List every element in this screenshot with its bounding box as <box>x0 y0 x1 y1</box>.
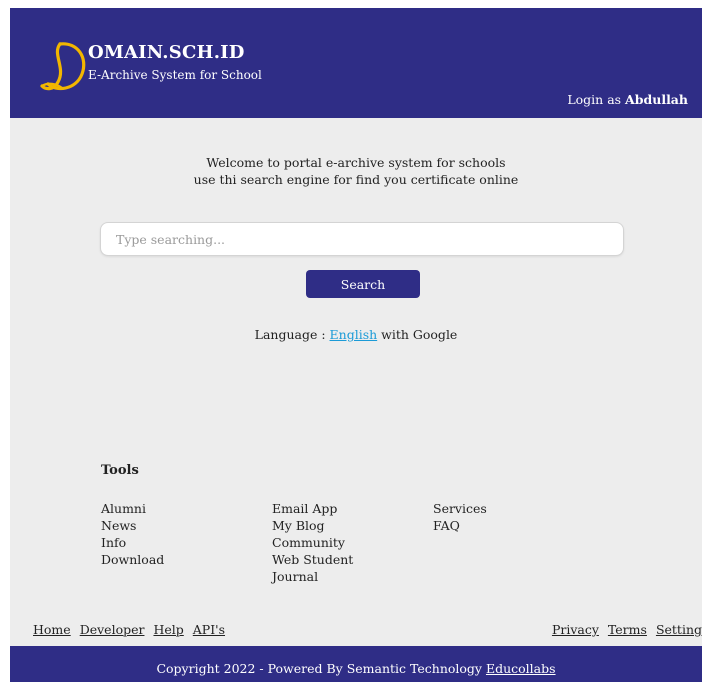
footer-link-setting[interactable]: Setting <box>656 622 702 637</box>
tools-column-1: Alumni News Info Download <box>101 500 164 568</box>
footer-link-privacy[interactable]: Privacy <box>552 622 599 637</box>
tool-link-web-student[interactable]: Web Student <box>272 552 353 567</box>
tool-link-faq[interactable]: FAQ <box>433 518 460 533</box>
language-suffix: with Google <box>381 327 458 342</box>
copyright-text: Copyright 2022 - Powered By Semantic Tec… <box>156 661 482 676</box>
copyright-link[interactable]: Educollabs <box>486 661 556 676</box>
language-prefix: Language : <box>254 327 326 342</box>
tool-link-info[interactable]: Info <box>101 535 126 550</box>
welcome-message: Welcome to portal e-archive system for s… <box>10 154 702 188</box>
tool-link-news[interactable]: News <box>101 518 136 533</box>
page-frame: OMAIN.SCH.ID E-Archive System for School… <box>10 8 702 682</box>
footer-nav-right: Privacy Terms Setting <box>543 622 702 637</box>
welcome-line-2: use thi search engine for find you certi… <box>193 172 519 187</box>
search-button[interactable]: Search <box>306 270 420 298</box>
search-input[interactable] <box>100 222 624 256</box>
footer-link-terms[interactable]: Terms <box>608 622 647 637</box>
tool-link-community[interactable]: Community <box>272 535 345 550</box>
tool-link-journal[interactable]: Journal <box>272 569 318 584</box>
footer-link-developer[interactable]: Developer <box>80 622 145 637</box>
tool-link-my-blog[interactable]: My Blog <box>272 518 325 533</box>
stylized-d-logo-icon <box>40 42 86 91</box>
tool-link-alumni[interactable]: Alumni <box>101 501 146 516</box>
tools-column-2: Email App My Blog Community Web Student … <box>272 500 353 585</box>
brand-name: OMAIN.SCH.ID <box>88 42 245 63</box>
footer-link-help[interactable]: Help <box>153 622 183 637</box>
welcome-line-1: Welcome to portal e-archive system for s… <box>206 155 506 170</box>
tool-link-email-app[interactable]: Email App <box>272 501 337 516</box>
tools-heading: Tools <box>101 463 139 478</box>
tool-link-download[interactable]: Download <box>101 552 164 567</box>
tool-link-services[interactable]: Services <box>433 501 487 516</box>
login-username[interactable]: Abdullah <box>625 92 688 107</box>
footer-link-apis[interactable]: API's <box>193 622 225 637</box>
brand-subtitle: E-Archive System for School <box>88 68 262 82</box>
language-selector: Language : English with Google <box>10 327 702 342</box>
login-status: Login as Abdullah <box>567 92 688 107</box>
footer-nav-left: Home Developer Help API's <box>33 622 234 637</box>
tools-column-3: Services FAQ <box>433 500 487 534</box>
site-header: OMAIN.SCH.ID E-Archive System for School… <box>10 8 702 118</box>
login-prefix: Login as <box>567 92 622 107</box>
copyright-bar: Copyright 2022 - Powered By Semantic Tec… <box>10 646 702 682</box>
footer-link-home[interactable]: Home <box>33 622 71 637</box>
language-link[interactable]: English <box>330 327 378 342</box>
